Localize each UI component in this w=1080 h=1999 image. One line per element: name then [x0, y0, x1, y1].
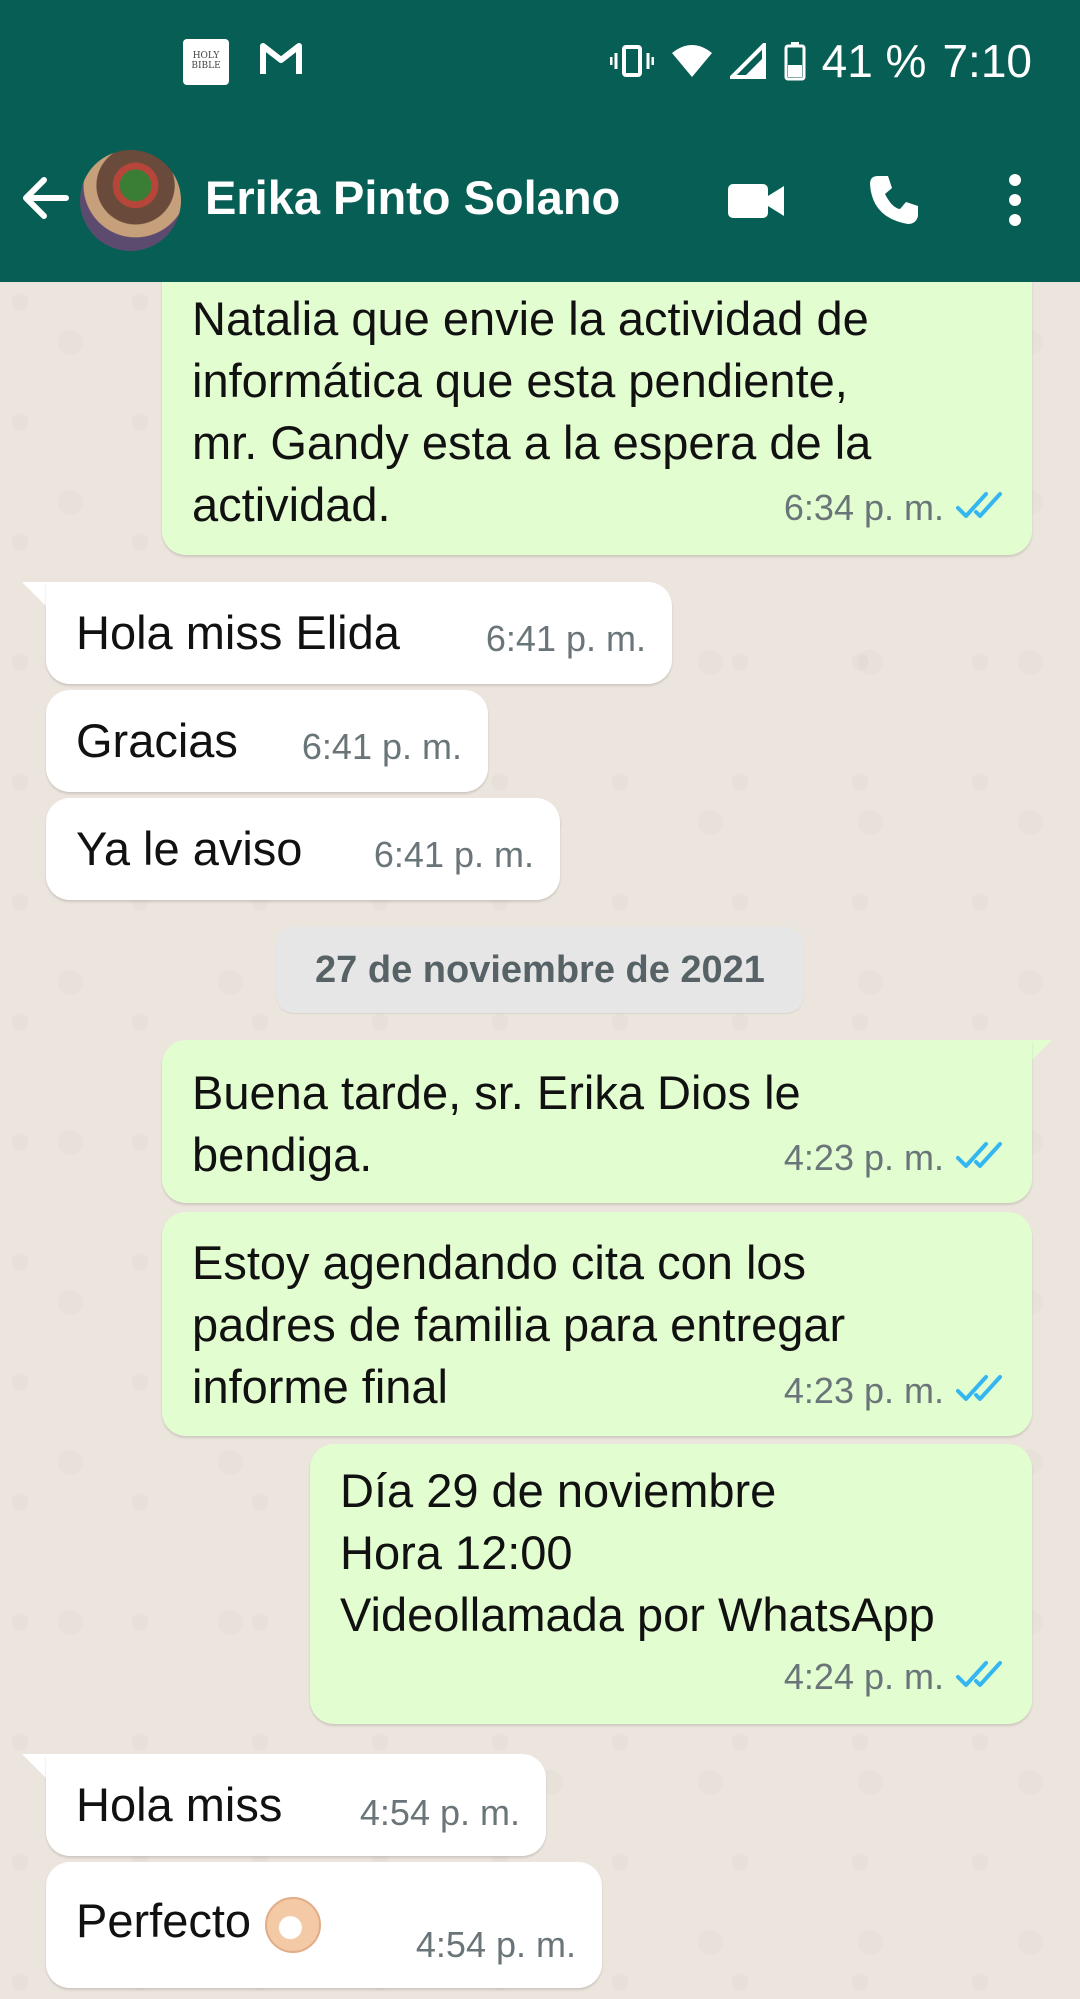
message-outgoing[interactable]: Natalia que envie la actividad de inform…: [162, 282, 1032, 555]
message-time: 4:54 p. m.: [415, 1924, 576, 1965]
message-time: 6:41 p. m.: [485, 618, 646, 659]
date-separator: 27 de noviembre de 2021: [276, 927, 804, 1013]
message-outgoing[interactable]: Día 29 de noviembre Hora 12:00 Videollam…: [310, 1444, 1032, 1724]
clock: 7:10: [942, 35, 1032, 87]
battery-icon: [784, 41, 806, 81]
message-meta: 4:24 p. m.: [784, 1646, 1006, 1710]
message-time: 4:24 p. m.: [783, 1655, 944, 1697]
message-time: 6:34 p. m.: [783, 486, 944, 528]
phone-call-icon[interactable]: [866, 172, 922, 228]
message-incoming[interactable]: Gracias 6:41 p. m.: [46, 690, 488, 792]
wifi-icon: [670, 43, 714, 79]
message-incoming[interactable]: Hola miss Elida 6:41 p. m.: [46, 582, 672, 684]
message-outgoing[interactable]: Estoy agendando cita con los padres de f…: [162, 1212, 1032, 1436]
more-options-icon[interactable]: [1000, 172, 1030, 228]
message-meta: 4:23 p. m.: [784, 1127, 1006, 1191]
read-ticks-icon: [956, 1648, 1006, 1710]
message-time: 4:54 p. m.: [359, 1792, 520, 1833]
signal-icon: [729, 43, 768, 79]
back-arrow-icon[interactable]: [20, 172, 72, 224]
read-ticks-icon: [956, 1129, 1006, 1191]
system-icons: 41 % 7:10: [609, 34, 1032, 88]
bible-app-icon: HOLY BIBLE: [183, 39, 229, 85]
message-time: 6:41 p. m.: [301, 726, 462, 767]
contact-avatar[interactable]: [80, 150, 181, 251]
notification-icons: HOLY BIBLE: [183, 38, 303, 86]
message-meta: 4:23 p. m.: [784, 1360, 1006, 1424]
contact-name[interactable]: Erika Pinto Solano: [205, 170, 620, 225]
message-time: 4:23 p. m.: [783, 1136, 944, 1178]
message-incoming[interactable]: Perfecto 4:54 p. m.: [46, 1862, 602, 1988]
chat-header: Erika Pinto Solano: [0, 120, 1080, 282]
chat-area[interactable]: Natalia que envie la actividad de inform…: [0, 282, 1080, 1999]
read-ticks-icon: [956, 479, 1006, 541]
video-call-icon[interactable]: [726, 176, 786, 226]
vibrate-icon: [609, 43, 654, 79]
message-text: Día 29 de noviembre Hora 12:00 Videollam…: [340, 1464, 935, 1641]
message-incoming[interactable]: Hola miss 4:54 p. m.: [46, 1754, 546, 1856]
message-meta: 6:34 p. m.: [784, 477, 1006, 541]
message-time: 4:23 p. m.: [783, 1369, 944, 1411]
ok-hand-emoji-icon: [265, 1896, 322, 1953]
read-ticks-icon: [956, 1362, 1006, 1424]
message-outgoing[interactable]: Buena tarde, sr. Erika Dios le bendiga. …: [162, 1040, 1032, 1203]
status-bar: HOLY BIBLE 41 % 7:10: [0, 0, 1080, 120]
message-incoming[interactable]: Ya le aviso 6:41 p. m.: [46, 798, 560, 900]
battery-percent: 41 %: [821, 35, 927, 87]
message-time: 6:41 p. m.: [373, 834, 534, 875]
message-body: Perfecto: [76, 1894, 252, 1947]
gmail-icon: [259, 38, 303, 86]
